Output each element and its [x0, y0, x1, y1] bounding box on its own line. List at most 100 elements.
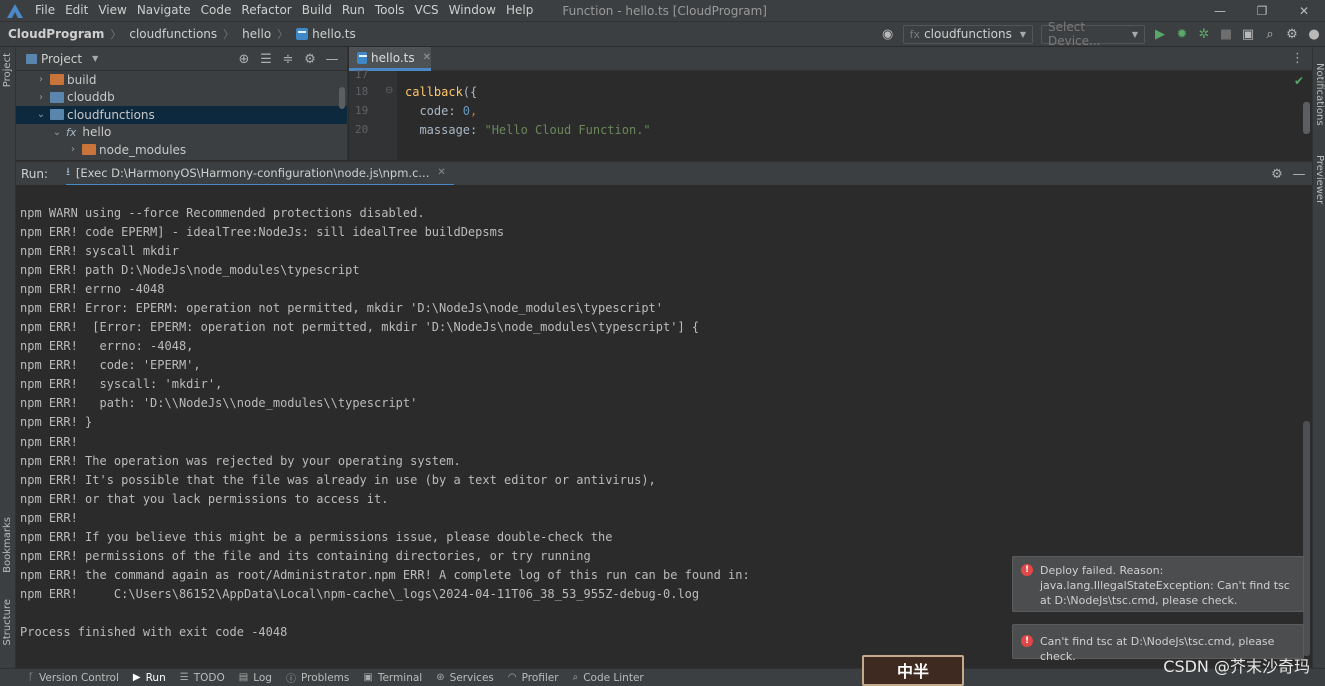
- menu-edit[interactable]: Edit: [60, 0, 93, 21]
- menu-code[interactable]: Code: [196, 0, 237, 21]
- search-icon[interactable]: ⌕: [1259, 23, 1281, 45]
- hide-panel-icon[interactable]: —: [321, 49, 343, 69]
- run-tab-npm[interactable]: ⭳ [Exec D:\HarmonyOS\Harmony-configurati…: [66, 162, 454, 186]
- breadcrumb-cloudfunctions[interactable]: cloudfunctions: [121, 27, 217, 41]
- console-line: npm ERR! syscall: 'mkdir',: [20, 377, 223, 391]
- target-icon[interactable]: ◉: [877, 23, 899, 45]
- fold-icon[interactable]: ⊖: [385, 85, 393, 96]
- status-tab-label: Services: [449, 671, 494, 684]
- code-line-19[interactable]: code: 0,: [405, 104, 477, 118]
- chevron-right-icon[interactable]: ›: [34, 74, 48, 85]
- bookmarks-side-tab[interactable]: Bookmarks: [2, 517, 13, 573]
- debug-icon[interactable]: ✹: [1171, 23, 1193, 45]
- run-config-select[interactable]: fx cloudfunctions ▼: [902, 24, 1033, 44]
- menu-window[interactable]: Window: [444, 0, 501, 21]
- status-tab-label: TODO: [193, 671, 225, 684]
- breadcrumb-hello[interactable]: hello: [234, 27, 271, 41]
- close-icon[interactable]: ✕: [437, 167, 445, 178]
- error-icon: !: [1021, 635, 1033, 647]
- tree-item-label: clouddb: [67, 90, 115, 105]
- stop-icon[interactable]: ■: [1215, 23, 1237, 45]
- close-icon[interactable]: ✕: [423, 52, 431, 63]
- chevron-down-icon: ▼: [1131, 29, 1138, 39]
- menu-view[interactable]: View: [93, 0, 131, 21]
- tree-item-clouddb[interactable]: › clouddb: [16, 89, 347, 107]
- close-window-button[interactable]: ✕: [1283, 0, 1325, 21]
- console-line: npm ERR! code EPERM] - idealTree:NodeJs:…: [20, 225, 505, 239]
- chevron-down-icon[interactable]: ⌄: [34, 109, 48, 120]
- device-select[interactable]: Select Device... ▼: [1041, 20, 1145, 48]
- run-tab[interactable]: ▶ Run: [133, 672, 166, 684]
- restore-button[interactable]: ❐: [1241, 0, 1283, 21]
- project-view-icon: [26, 53, 37, 64]
- chevron-down-icon[interactable]: ⌄: [50, 127, 64, 138]
- services-tab[interactable]: ⊛ Services: [436, 672, 494, 684]
- minimize-button[interactable]: —: [1199, 0, 1241, 21]
- run-panel-header: Run: ⭳ [Exec D:\HarmonyOS\Harmony-config…: [16, 161, 1312, 186]
- breadcrumb-file[interactable]: hello.ts: [288, 27, 356, 41]
- console-line: npm ERR! }: [20, 415, 93, 429]
- chevron-right-icon[interactable]: ›: [34, 92, 48, 103]
- collapse-all-icon[interactable]: ≑: [277, 49, 299, 69]
- menu-navigate[interactable]: Navigate: [132, 0, 196, 21]
- notification-line: java.lang.IllegalStateException: Can't f…: [1040, 579, 1290, 592]
- editor-scrollbar[interactable]: [1303, 102, 1310, 134]
- breadcrumb-project[interactable]: CloudProgram: [0, 27, 104, 41]
- chevron-right-icon[interactable]: ›: [66, 144, 80, 155]
- gear-icon[interactable]: ⚙: [1266, 164, 1288, 184]
- console-line: npm ERR! If you believe this might be a …: [20, 530, 613, 544]
- notifications-side-tab[interactable]: Notifications: [1314, 63, 1325, 126]
- tree-item-hello[interactable]: ⌄ fx hello: [16, 124, 347, 142]
- project-side-tab[interactable]: Project: [2, 53, 13, 87]
- gear-icon[interactable]: ⚙: [299, 49, 321, 69]
- code-editor: hello.ts ✕ ⋮ 17 18 19 20 ⊖ callback({ co…: [349, 47, 1312, 160]
- previewer-side-tab[interactable]: Previewer: [1314, 155, 1325, 204]
- menu-run[interactable]: Run: [337, 0, 370, 21]
- line-number: 20: [355, 123, 369, 136]
- run-icon[interactable]: ▶: [1149, 23, 1171, 45]
- code-line-20[interactable]: massage: "Hello Cloud Function.": [405, 123, 650, 137]
- code-linter-tab[interactable]: ⌕ Code Linter: [573, 672, 644, 684]
- profiler-tab[interactable]: ◠ Profiler: [508, 672, 559, 684]
- project-panel-title[interactable]: Project: [41, 52, 82, 66]
- typescript-file-icon: [357, 51, 368, 64]
- tree-item-cloudfunctions[interactable]: ⌄ cloudfunctions: [16, 106, 347, 124]
- more-options-icon[interactable]: ⋮: [1291, 51, 1304, 66]
- terminal-tab[interactable]: ▣ Terminal: [363, 672, 422, 684]
- version-control-tab[interactable]: ᚴ Version Control: [28, 672, 119, 684]
- menu-refactor[interactable]: Refactor: [236, 0, 296, 21]
- gear-icon[interactable]: ⚙: [1281, 23, 1303, 45]
- menu-help[interactable]: Help: [501, 0, 538, 21]
- log-tab[interactable]: ▤ Log: [239, 672, 272, 684]
- breadcrumb-separator: 〉: [277, 28, 289, 41]
- tree-item-build[interactable]: › build: [16, 71, 347, 89]
- console-scrollbar[interactable]: [1303, 421, 1310, 656]
- code-line-18[interactable]: callback({: [405, 85, 477, 99]
- menu-file[interactable]: File: [30, 0, 60, 21]
- menu-vcs[interactable]: VCS: [409, 0, 443, 21]
- tree-item-label: node_modules: [99, 142, 187, 157]
- chevron-down-icon[interactable]: ▼: [92, 54, 98, 63]
- console-line: npm ERR! path: 'D:\\NodeJs\\node_modules…: [20, 396, 418, 410]
- locate-file-icon[interactable]: ⊕: [233, 49, 255, 69]
- structure-side-tab[interactable]: Structure: [2, 599, 13, 646]
- project-scrollbar[interactable]: [339, 87, 345, 109]
- breadcrumb-separator: 〉: [223, 28, 235, 41]
- console-line: npm ERR!: [20, 435, 78, 449]
- log-icon: ▤: [238, 672, 249, 683]
- status-tab-label: Log: [253, 671, 272, 684]
- profiler-icon: ◠: [507, 672, 517, 683]
- todo-tab[interactable]: ☰ TODO: [180, 672, 225, 684]
- menu-tools[interactable]: Tools: [370, 0, 410, 21]
- device-manager-icon[interactable]: ▣: [1237, 23, 1259, 45]
- expand-all-icon[interactable]: ☰: [255, 49, 277, 69]
- hide-panel-icon[interactable]: —: [1288, 164, 1310, 184]
- menu-build[interactable]: Build: [297, 0, 337, 21]
- account-icon[interactable]: ●: [1303, 23, 1325, 45]
- problems-tab[interactable]: ⓘ Problems: [286, 670, 349, 686]
- attach-debugger-icon[interactable]: ✲: [1193, 23, 1215, 45]
- console-line: npm ERR! or that you lack permissions to…: [20, 492, 389, 506]
- deploy-failed-notification[interactable]: ! Deploy failed. Reason: java.lang.Illeg…: [1012, 556, 1304, 612]
- status-tab-label: Code Linter: [583, 671, 644, 684]
- tree-item-node-modules[interactable]: › node_modules: [16, 141, 347, 159]
